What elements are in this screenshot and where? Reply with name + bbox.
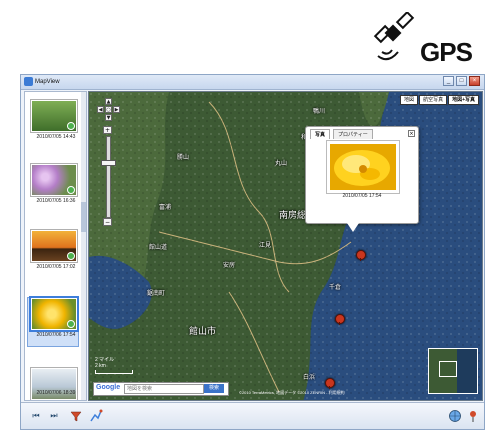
- photo-location-pin[interactable]: [325, 378, 335, 389]
- scrollbar-thumb[interactable]: [81, 202, 86, 232]
- map-label: 安房: [223, 263, 236, 269]
- window-title: MapView: [35, 79, 60, 85]
- photo-location-pin[interactable]: [356, 250, 366, 261]
- popup-pointer: [345, 220, 361, 232]
- zoom-slider-track[interactable]: [106, 136, 111, 218]
- map-label: 白浜: [303, 375, 316, 381]
- google-logo: Google: [96, 384, 121, 391]
- tab-properties[interactable]: プロパティー: [333, 129, 373, 139]
- popup-photo[interactable]: [327, 141, 399, 193]
- filter-icon[interactable]: [69, 409, 83, 423]
- map-search-button[interactable]: 検索: [204, 384, 224, 393]
- photo-info-popup: 写真 プロパティー × 2010/07/05 17:54: [305, 126, 419, 224]
- map-label: 館山道: [149, 245, 168, 251]
- map-label: 千倉: [329, 285, 342, 291]
- photo-date: 2010/07/05 16:36: [36, 198, 76, 204]
- map-view[interactable]: 地図 航空写真 地図+写真 ▲ ◀ ○ ▶ ▼ + − 南房総市 館山市 鋸南町…: [88, 91, 483, 401]
- pan-left-button[interactable]: ◀: [97, 106, 104, 113]
- overview-minimap[interactable]: [428, 348, 478, 394]
- photo-thumbnail[interactable]: [31, 164, 77, 196]
- minimize-button[interactable]: _: [443, 76, 454, 86]
- photo-thumbnail-selected[interactable]: [31, 298, 77, 330]
- maximize-button[interactable]: □: [456, 76, 467, 86]
- map-label: 鋸南町: [147, 291, 166, 297]
- app-icon: [24, 77, 33, 86]
- map-scale: 2 マイル 2 km: [95, 356, 133, 374]
- photo-thumbnail[interactable]: [31, 100, 77, 132]
- previous-button[interactable]: ⏮: [29, 409, 43, 423]
- scale-miles: 2 マイル: [95, 357, 115, 363]
- pan-right-button[interactable]: ▶: [113, 106, 120, 113]
- map-label: 富浦: [159, 205, 172, 211]
- pan-up-button[interactable]: ▲: [105, 98, 112, 105]
- gps-tag-icon: [67, 320, 75, 328]
- popup-close-button[interactable]: ×: [408, 130, 415, 137]
- scale-km: 2 km: [95, 363, 106, 369]
- tab-photo[interactable]: 写真: [310, 129, 331, 139]
- sidebar-scrollbar[interactable]: [81, 92, 86, 400]
- map-label: 勝山: [177, 155, 190, 161]
- gps-tag-icon: [67, 186, 75, 194]
- close-button[interactable]: ×: [469, 76, 480, 86]
- photo-location-pin[interactable]: [335, 314, 345, 325]
- photo-date: 2010/07/05 17:02: [36, 264, 76, 270]
- satellite-icon: [373, 10, 415, 61]
- scale-bar: [95, 370, 133, 374]
- title-bar: MapView _ □ ×: [21, 75, 484, 90]
- map-label: 丸山: [275, 161, 288, 167]
- map-copyright: ©2010 TerraMetrics, 地図データ ©2010 ZENRIN -…: [239, 390, 345, 395]
- bottom-toolbar: ⏮ ⏭: [21, 402, 484, 429]
- photo-thumbnail[interactable]: [31, 230, 77, 262]
- map-label: 鴨川: [313, 109, 326, 115]
- minimap-viewport[interactable]: [439, 361, 457, 377]
- gps-tag-icon: [67, 122, 75, 130]
- map-type-hybrid[interactable]: 地図+写真: [448, 95, 479, 105]
- next-button[interactable]: ⏭: [47, 409, 61, 423]
- zoom-in-button[interactable]: +: [103, 126, 112, 134]
- zoom-slider-knob[interactable]: [101, 160, 116, 166]
- map-search-input[interactable]: [124, 384, 204, 394]
- zoom-out-button[interactable]: −: [103, 218, 112, 226]
- gps-tag-icon: [67, 252, 75, 260]
- photo-list: 2010/07/05 14:43 2010/07/05 16:36 2010/0…: [24, 91, 87, 401]
- map-search-box: Google 検索: [93, 382, 229, 396]
- pan-center-button[interactable]: ○: [105, 106, 112, 113]
- map-type-map[interactable]: 地図: [400, 95, 419, 105]
- pan-down-button[interactable]: ▼: [105, 114, 112, 121]
- map-type-switcher: 地図 航空写真 地図+写真: [400, 95, 479, 105]
- photo-date: 2010/07/06 17:54: [36, 332, 76, 338]
- yellow-flower-image: [330, 144, 396, 190]
- photo-date: 2010/07/06 18:39: [36, 390, 76, 396]
- route-icon[interactable]: [89, 409, 103, 423]
- globe-icon[interactable]: [448, 409, 462, 423]
- gps-label: GPS: [420, 37, 473, 67]
- photo-date: 2010/07/05 14:43: [36, 134, 76, 140]
- popup-caption: 2010/07/05 17:54: [342, 193, 382, 199]
- map-label-city: 館山市: [189, 326, 217, 336]
- map-label: 江見: [259, 243, 272, 249]
- pin-icon[interactable]: [466, 409, 480, 423]
- mapview-window: MapView _ □ × 2010/07/05 14:43 2010/07/0…: [20, 74, 485, 430]
- map-type-satellite[interactable]: 航空写真: [419, 95, 448, 105]
